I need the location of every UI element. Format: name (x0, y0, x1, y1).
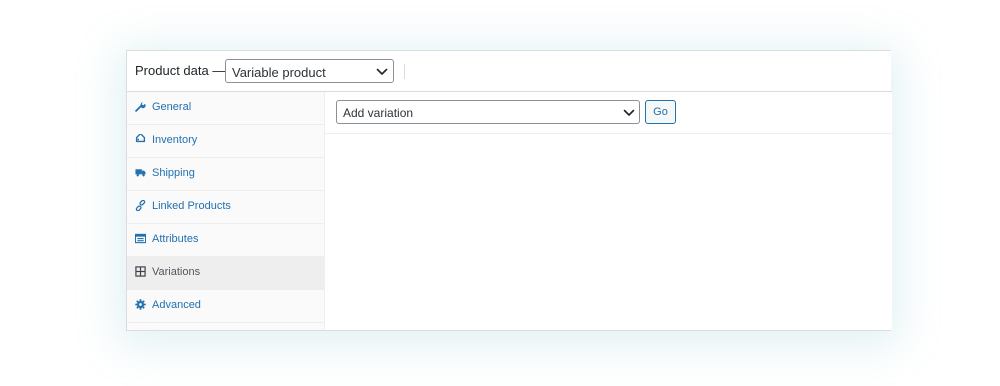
tab-label-linked-products: Linked Products (152, 200, 231, 212)
tab-inventory[interactable]: Inventory (127, 125, 324, 158)
chevron-down-icon (376, 68, 388, 75)
product-data-panel: Product data — Variable product General (126, 50, 892, 331)
tag-icon (135, 134, 146, 143)
product-data-tabs: General Inventory Shipping Linked Produc… (127, 92, 325, 330)
add-variation-select[interactable]: Add variation (336, 100, 640, 124)
tab-label-general: General (152, 101, 192, 113)
chevron-down-icon (623, 109, 635, 116)
variations-panel: Add variation Go (325, 92, 892, 330)
tab-general[interactable]: General (127, 92, 324, 125)
wrench-icon (135, 102, 146, 112)
tab-advanced[interactable]: Advanced (127, 290, 324, 323)
tab-attributes[interactable]: Attributes (127, 224, 324, 257)
header-divider (404, 64, 405, 79)
tab-label-inventory: Inventory (152, 134, 198, 146)
add-variation-selected-value: Add variation (343, 106, 414, 120)
tab-label-advanced: Advanced (152, 299, 201, 311)
truck-icon (135, 169, 146, 177)
page-stage: Product data — Variable product General (0, 0, 1000, 386)
tab-label-attributes: Attributes (152, 233, 199, 245)
product-data-header: Product data — Variable product (127, 51, 892, 92)
tab-label-shipping: Shipping (152, 167, 195, 179)
tab-linked-products[interactable]: Linked Products (127, 191, 324, 224)
variations-toolbar: Add variation Go (325, 92, 892, 134)
product-type-selected-value: Variable product (232, 65, 326, 80)
tab-variations[interactable]: Variations (127, 257, 324, 290)
product-data-label: Product data — (135, 63, 226, 78)
tab-label-variations: Variations (152, 266, 201, 278)
link-icon (135, 200, 146, 211)
list-icon (135, 233, 146, 244)
gear-icon (135, 299, 146, 310)
product-type-select[interactable]: Variable product (225, 59, 394, 83)
grid-icon (135, 266, 146, 277)
go-button[interactable]: Go (645, 100, 676, 124)
tab-shipping[interactable]: Shipping (127, 158, 324, 191)
